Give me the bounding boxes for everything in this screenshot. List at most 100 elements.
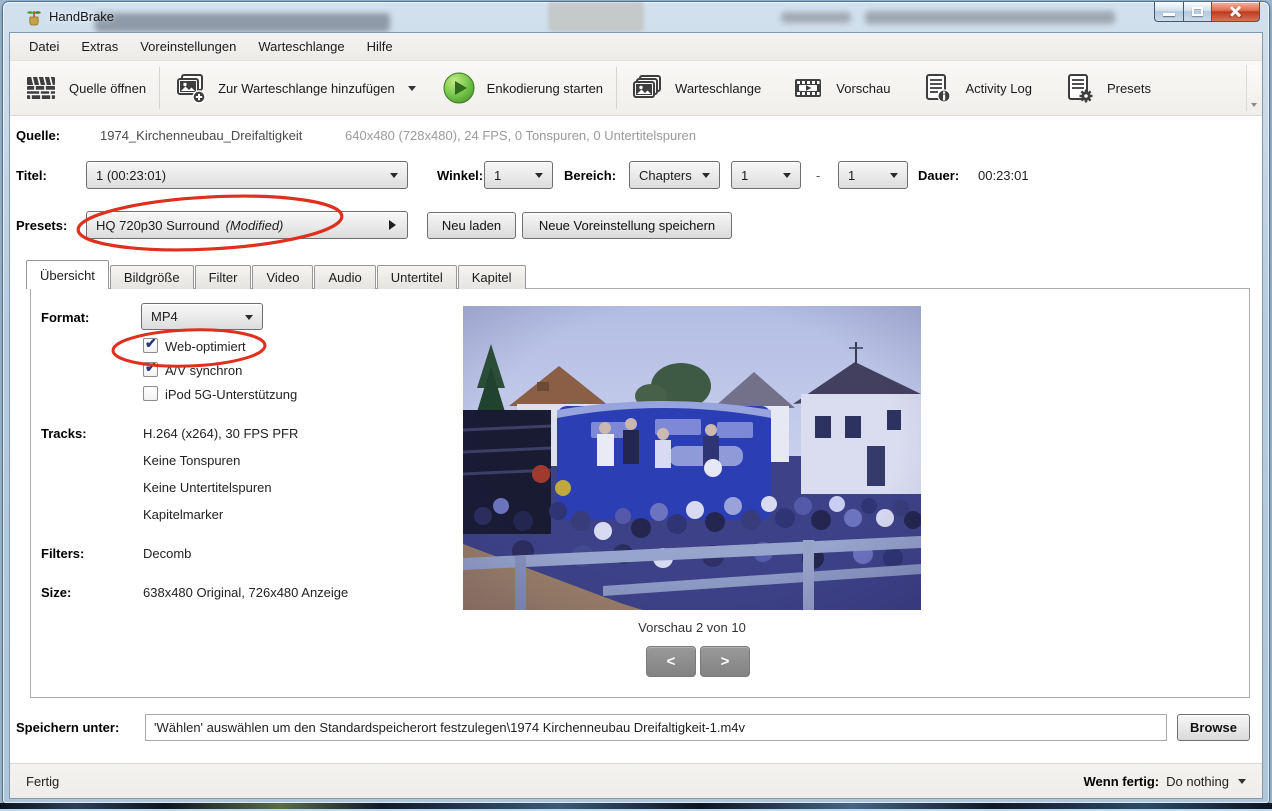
when-done-control[interactable]: Wenn fertig: Do nothing <box>1084 774 1246 789</box>
source-details: 640x480 (728x480), 24 FPS, 0 Tonspuren, … <box>345 128 696 143</box>
desktop-taskbar-strip <box>0 803 1272 811</box>
angle-dropdown-value: 1 <box>494 168 501 183</box>
toolbar-label: Zur Warteschlange hinzufügen <box>218 81 395 96</box>
start-encode-button[interactable]: Enkodierung starten <box>432 65 613 111</box>
window-title: HandBrake <box>49 9 114 24</box>
toolbar-label: Enkodierung starten <box>487 81 603 96</box>
tab-untertitel[interactable]: Untertitel <box>377 265 457 289</box>
close-icon <box>1229 5 1242 18</box>
size-label: Size: <box>41 585 71 600</box>
menu-voreinstellungen[interactable]: Voreinstellungen <box>129 34 247 59</box>
av-sync-label[interactable]: A/V synchron <box>165 363 242 378</box>
title-label: Titel: <box>16 168 47 183</box>
background-blur <box>95 13 390 32</box>
title-bar: HandBrake <box>3 2 1269 32</box>
toolbar-label: Warteschlange <box>675 81 761 96</box>
tab-audio[interactable]: Audio <box>314 265 375 289</box>
handbrake-logo-icon <box>25 9 43 27</box>
toolbar-separator <box>159 67 160 109</box>
duration-value: 00:23:01 <box>978 168 1029 183</box>
tracks-line: Keine Untertitelspuren <box>143 480 272 495</box>
activity-log-button[interactable]: Activity Log <box>910 65 1041 111</box>
tab-uebersicht[interactable]: Übersicht <box>26 260 109 289</box>
tab-kapitel[interactable]: Kapitel <box>458 265 526 289</box>
source-label: Quelle: <box>16 128 60 143</box>
filters-value: Decomb <box>143 546 191 561</box>
av-sync-checkbox[interactable] <box>143 362 158 377</box>
preset-value: HQ 720p30 Surround <box>96 218 220 233</box>
filters-label: Filters: <box>41 546 84 561</box>
presets-icon <box>1062 71 1096 105</box>
title-dropdown-value: 1 (00:23:01) <box>96 168 166 183</box>
status-bar: Fertig Wenn fertig: Do nothing <box>10 763 1262 798</box>
source-name: 1974_Kirchenneubau_Dreifaltigkeit <box>100 128 302 143</box>
queue-icon <box>630 71 664 105</box>
tab-strip: Übersicht Bildgröße Filter Video Audio U… <box>26 260 527 289</box>
save-as-label: Speichern unter: <box>16 720 119 735</box>
range-end-dropdown[interactable]: 1 <box>838 161 908 189</box>
menu-datei[interactable]: Datei <box>18 34 70 59</box>
format-value: MP4 <box>151 309 178 324</box>
window-controls <box>1154 2 1260 22</box>
preview-button[interactable]: Vorschau <box>781 65 900 111</box>
angle-label: Winkel: <box>437 168 483 183</box>
destination-input[interactable] <box>145 714 1167 741</box>
tracks-label: Tracks: <box>41 426 87 441</box>
menu-hilfe[interactable]: Hilfe <box>356 34 404 59</box>
ipod-support-checkbox[interactable] <box>143 386 158 401</box>
client-area: Datei Extras Voreinstellungen Warteschla… <box>10 33 1262 798</box>
range-start-dropdown[interactable]: 1 <box>731 161 801 189</box>
range-type-value: Chapters <box>639 168 692 183</box>
browse-button[interactable]: Browse <box>1177 714 1250 741</box>
background-blur <box>548 2 644 32</box>
menu-bar: Datei Extras Voreinstellungen Warteschla… <box>10 33 1262 61</box>
queue-button[interactable]: Warteschlange <box>620 65 771 111</box>
overview-tab-panel: Format: MP4 Web-optimiert A/V synchron i… <box>30 288 1250 698</box>
ipod-support-label[interactable]: iPod 5G-Unterstützung <box>165 387 297 402</box>
range-type-dropdown[interactable]: Chapters <box>629 161 720 189</box>
tab-video[interactable]: Video <box>252 265 313 289</box>
toolbar-label: Presets <box>1107 81 1151 96</box>
when-done-label: Wenn fertig: <box>1084 774 1160 789</box>
chevron-down-icon <box>1251 103 1257 107</box>
add-to-queue-icon <box>173 71 207 105</box>
title-dropdown[interactable]: 1 (00:23:01) <box>86 161 408 189</box>
format-dropdown[interactable]: MP4 <box>141 303 263 330</box>
range-start-value: 1 <box>741 168 748 183</box>
tab-bildgroesse[interactable]: Bildgröße <box>110 265 194 289</box>
handbrake-window: HandBrake Datei Extras Voreinstellungen … <box>3 2 1269 803</box>
open-source-button[interactable]: Quelle öffnen <box>14 65 156 111</box>
tracks-line: H.264 (x264), 30 FPS PFR <box>143 426 298 441</box>
save-new-preset-button[interactable]: Neue Voreinstellung speichern <box>522 212 732 239</box>
preview-image <box>463 306 921 610</box>
size-value: 638x480 Original, 726x480 Anzeige <box>143 585 348 600</box>
screen: { "window": { "title": "HandBrake" }, "m… <box>0 0 1272 811</box>
close-button[interactable] <box>1212 2 1260 22</box>
angle-dropdown[interactable]: 1 <box>484 161 553 189</box>
menu-warteschlange[interactable]: Warteschlange <box>247 34 355 59</box>
web-optimized-label[interactable]: Web-optimiert <box>165 339 246 354</box>
reload-preset-button[interactable]: Neu laden <box>427 212 516 239</box>
presets-button[interactable]: Presets <box>1052 65 1161 111</box>
menu-extras[interactable]: Extras <box>70 34 129 59</box>
preview-caption: Vorschau 2 von 10 <box>463 620 921 635</box>
presets-label: Presets: <box>16 218 67 233</box>
preview-prev-button[interactable]: < <box>646 646 696 677</box>
tab-filter[interactable]: Filter <box>195 265 252 289</box>
toolbar-label: Vorschau <box>836 81 890 96</box>
when-done-value: Do nothing <box>1166 774 1229 789</box>
toolbar-label: Activity Log <box>965 81 1031 96</box>
toolbar-overflow-button[interactable] <box>1246 65 1260 111</box>
minimize-button[interactable] <box>1154 2 1184 22</box>
web-optimized-checkbox[interactable] <box>143 338 158 353</box>
tracks-line: Kapitelmarker <box>143 507 223 522</box>
toolbar-separator <box>616 67 617 109</box>
preset-dropdown[interactable]: HQ 720p30 Surround (Modified) <box>86 211 408 239</box>
chevron-down-icon <box>408 86 416 91</box>
add-to-queue-button[interactable]: Zur Warteschlange hinzufügen <box>163 65 426 111</box>
activity-log-icon <box>920 71 954 105</box>
maximize-button[interactable] <box>1184 2 1212 22</box>
format-label: Format: <box>41 310 89 325</box>
main-content: Quelle: 1974_Kirchenneubau_Dreifaltigkei… <box>10 116 1262 763</box>
preview-next-button[interactable]: > <box>700 646 750 677</box>
